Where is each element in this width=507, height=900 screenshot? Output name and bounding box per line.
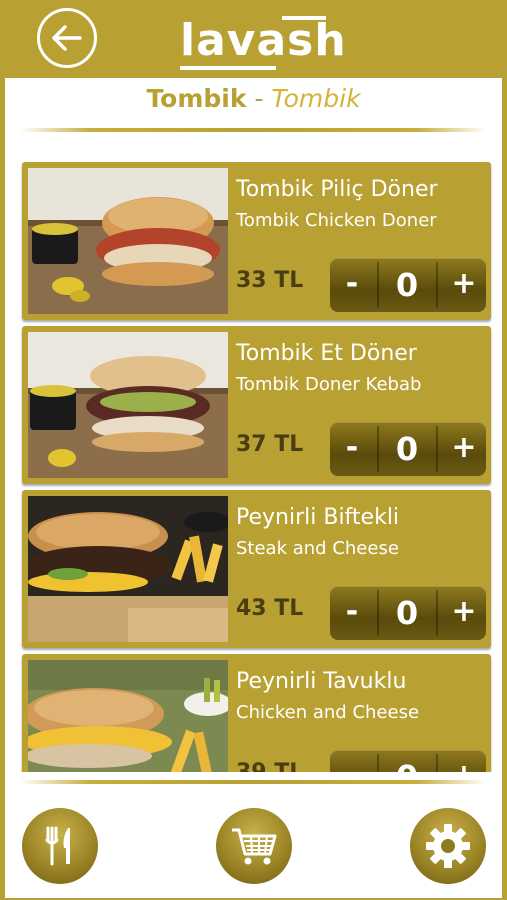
item-name: Peynirli Tavuklu [236, 669, 407, 694]
arrow-left-icon [52, 25, 82, 51]
increment-button[interactable]: + [442, 422, 486, 476]
food-image [28, 332, 228, 478]
quantity-value: 0 [395, 430, 419, 468]
brand-logo: lavash [180, 15, 347, 66]
stepper-divider [377, 754, 379, 772]
cart-nav-button[interactable] [216, 808, 292, 884]
menu-nav-button[interactable] [22, 808, 98, 884]
quantity-value: 0 [382, 750, 432, 772]
app-header: lavash [0, 0, 507, 78]
fork-knife-icon [45, 826, 70, 866]
item-name: Tombik Et Döner [236, 341, 417, 366]
stepper-divider [377, 426, 379, 472]
increment-button[interactable]: + [442, 586, 486, 640]
quantity-stepper[interactable]: - 0 + [330, 586, 486, 640]
decrement-button[interactable]: - [330, 586, 374, 640]
item-price: 33 TL [236, 268, 304, 293]
quantity-stepper[interactable]: - 0 + [330, 750, 486, 772]
item-name: Peynirli Biftekli [236, 505, 400, 530]
menu-item[interactable]: Tombik Piliç Döner Tombik Chicken Doner … [22, 162, 491, 320]
item-price: 39 TL [236, 760, 303, 772]
stepper-divider [436, 426, 438, 472]
item-price: 43 TL [236, 596, 304, 621]
stepper-divider [377, 590, 379, 636]
food-image [28, 168, 228, 314]
stepper-divider [436, 590, 438, 636]
menu-item[interactable]: Peynirli Tavuklu Chicken and Cheese 39 T… [22, 654, 491, 772]
quantity-value: 0 [395, 594, 419, 632]
menu-list[interactable]: Tombik Piliç Döner Tombik Chicken Doner … [0, 160, 507, 772]
stepper-divider [436, 754, 438, 772]
food-image [28, 496, 228, 642]
back-button[interactable] [37, 8, 97, 68]
stepper-divider [436, 262, 438, 308]
category-title-tr: Tombik [146, 84, 247, 113]
quantity-stepper[interactable]: - 0 + [330, 258, 486, 312]
bottom-nav [0, 772, 507, 900]
cart-icon [232, 828, 277, 865]
item-subtitle: Tombik Doner Kebab [236, 374, 422, 395]
decrement-button[interactable]: - [330, 750, 374, 772]
category-title: Tombik - Tombik [0, 82, 507, 116]
stepper-divider [377, 262, 379, 308]
gear-icon [426, 824, 470, 868]
item-name: Tombik Piliç Döner [236, 177, 438, 202]
category-separator: - [246, 84, 272, 113]
quantity-value: 0 [395, 266, 419, 304]
logo-bar-top [282, 16, 326, 20]
item-price: 37 TL [236, 432, 304, 457]
decrement-button[interactable]: - [330, 258, 374, 312]
item-subtitle: Chicken and Cheese [236, 702, 420, 723]
menu-item[interactable]: Peynirli Biftekli Steak and Cheese 43 TL… [22, 490, 491, 648]
food-image [28, 660, 228, 772]
quantity-stepper[interactable]: - 0 + [330, 422, 486, 476]
logo-bar-bottom [180, 66, 276, 70]
settings-nav-button[interactable] [410, 808, 486, 884]
category-title-en: Tombik [271, 84, 361, 113]
increment-button[interactable]: + [442, 750, 486, 772]
item-subtitle: Steak and Cheese [236, 538, 399, 559]
menu-item[interactable]: Tombik Et Döner Tombik Doner Kebab 37 TL… [22, 326, 491, 484]
divider-top [20, 128, 487, 132]
item-subtitle: Tombik Chicken Doner [236, 210, 437, 231]
decrement-button[interactable]: - [330, 422, 374, 476]
increment-button[interactable]: + [442, 258, 486, 312]
